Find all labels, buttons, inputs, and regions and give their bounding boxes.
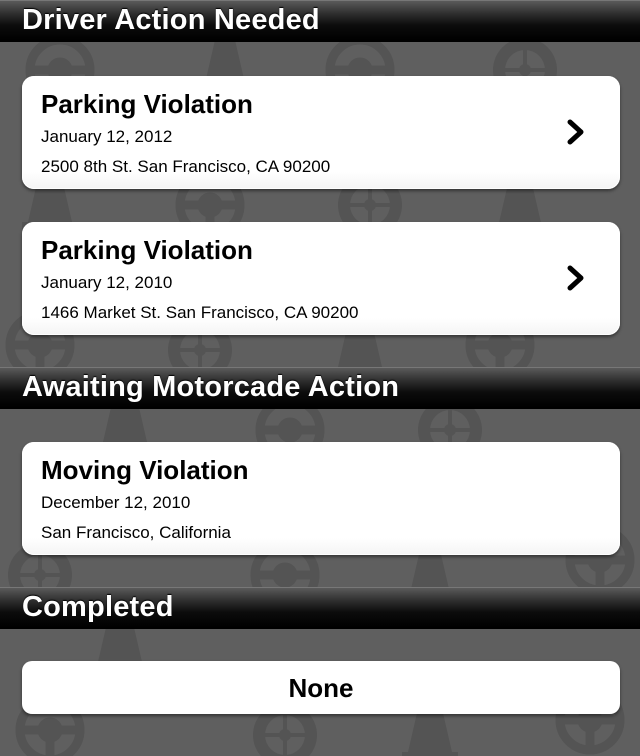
section-title: Driver Action Needed: [22, 4, 320, 36]
violation-date: December 12, 2010: [41, 493, 191, 512]
chevron-right-icon[interactable]: [567, 119, 585, 145]
violation-title: Parking Violation: [41, 89, 253, 119]
violation-card[interactable]: Parking Violation January 12, 2010 1466 …: [22, 222, 620, 335]
section-header-driver-action: Driver Action Needed: [0, 0, 640, 42]
violation-date: January 12, 2012: [41, 127, 173, 146]
violation-card[interactable]: Parking Violation January 12, 2012 2500 …: [22, 76, 620, 189]
violation-location: 2500 8th St. San Francisco, CA 90200: [41, 157, 331, 176]
chevron-right-icon[interactable]: [567, 265, 585, 291]
section-title: Completed: [22, 591, 174, 623]
section-header-awaiting-action: Awaiting Motorcade Action: [0, 367, 640, 409]
violation-location: 1466 Market St. San Francisco, CA 90200: [41, 303, 359, 322]
violation-title: Parking Violation: [41, 235, 253, 265]
empty-state-label: None: [288, 673, 354, 703]
violation-location: San Francisco, California: [41, 523, 231, 542]
section-title: Awaiting Motorcade Action: [22, 371, 400, 403]
violation-card[interactable]: Moving Violation December 12, 2010 San F…: [22, 442, 620, 555]
section-header-completed: Completed: [0, 587, 640, 629]
violation-title: Moving Violation: [41, 455, 249, 485]
violation-date: January 12, 2010: [41, 273, 173, 292]
empty-state-card: None: [22, 661, 620, 714]
